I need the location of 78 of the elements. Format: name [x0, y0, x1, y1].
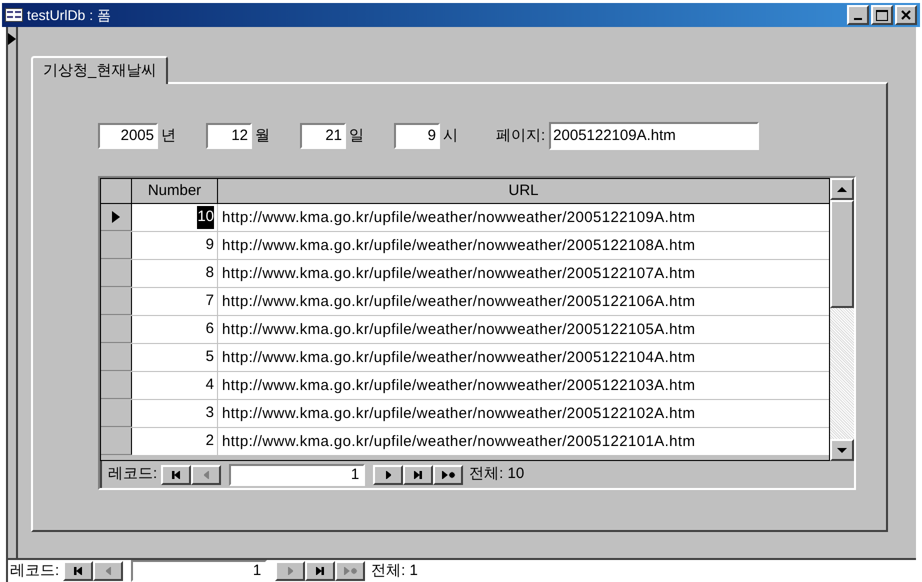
up-arrow-icon: [837, 186, 847, 192]
last-record-button[interactable]: [305, 561, 336, 581]
table-cell-text: http://www.kma.go.kr/upfile/weather/nowweather/2005122106A.htm: [221, 292, 696, 312]
first-arrow-icon: [74, 567, 82, 575]
last-record-button[interactable]: [403, 464, 434, 484]
text-field[interactable]: 2005122109A.htm: [549, 122, 760, 150]
table-cell-text: 6: [206, 319, 214, 340]
window-title: testUrlDb : 폼: [27, 6, 112, 24]
current-record-icon: [112, 211, 120, 223]
row-selector[interactable]: [101, 232, 132, 259]
field-label: 시: [443, 126, 458, 146]
maximize-button[interactable]: [871, 5, 893, 25]
row-selector[interactable]: [101, 428, 132, 455]
number-field[interactable]: 2005: [98, 123, 158, 149]
table-cell-text: 2: [206, 431, 214, 452]
last-arrow-icon: [414, 470, 422, 478]
table-cell-text: 4: [206, 375, 214, 396]
minimize-button[interactable]: [847, 5, 869, 25]
number-field[interactable]: 9: [394, 123, 440, 149]
next-record-button[interactable]: [373, 464, 404, 484]
record-count: 전체: 1: [371, 560, 418, 581]
new-arrow-icon: [442, 470, 455, 478]
scroll-up-button[interactable]: [830, 178, 854, 200]
row-selector[interactable]: [101, 260, 132, 287]
close-icon: [901, 10, 911, 20]
column-header[interactable]: URL: [218, 179, 829, 203]
table-cell-text: 8: [206, 263, 214, 284]
column-header[interactable]: Number: [132, 179, 218, 203]
table-cell-text: http://www.kma.go.kr/upfile/weather/nowweather/2005122105A.htm: [221, 320, 696, 340]
row-selector[interactable]: [101, 316, 132, 343]
next-arrow-icon: [288, 567, 293, 575]
field-label: 년: [161, 126, 176, 146]
field-label: 월: [255, 126, 270, 146]
prev-arrow-icon: [204, 470, 209, 478]
record-number-field[interactable]: 1: [229, 464, 366, 486]
table-cell-text: http://www.kma.go.kr/upfile/weather/nowweather/2005122102A.htm: [221, 404, 696, 424]
row-selector[interactable]: [101, 372, 132, 399]
record-number-field[interactable]: 1: [131, 560, 268, 582]
form-icon: [5, 8, 23, 22]
scroll-thumb[interactable]: [830, 200, 854, 308]
record-count: 전체: 10: [469, 464, 524, 484]
next-arrow-icon: [386, 470, 391, 478]
scroll-down-button[interactable]: [830, 439, 854, 461]
table-cell-text: 7: [206, 291, 214, 312]
table-cell-text: 3: [206, 403, 214, 424]
table-cell-text: http://www.kma.go.kr/upfile/weather/nowweather/2005122104A.htm: [221, 348, 696, 368]
table-cell-text: 5: [206, 347, 214, 368]
field-label: 일: [349, 126, 364, 146]
number-field[interactable]: 21: [300, 123, 346, 149]
new-arrow-icon: [344, 567, 357, 575]
prev-arrow-icon: [106, 567, 111, 575]
table-cell: 10: [197, 206, 214, 229]
vertical-scrollbar[interactable]: [830, 178, 854, 461]
row-selector[interactable]: [101, 288, 132, 315]
row-selector[interactable]: [101, 400, 132, 427]
record-label: 레코드:: [10, 560, 60, 581]
tab[interactable]: 기상청_현재날씨: [31, 56, 168, 84]
table-cell-text: 9: [206, 235, 214, 256]
close-button[interactable]: [895, 5, 917, 25]
table-cell-text: http://www.kma.go.kr/upfile/weather/nowweather/2005122103A.htm: [221, 376, 696, 396]
table-cell-text: http://www.kma.go.kr/upfile/weather/nowweather/2005122107A.htm: [221, 264, 696, 284]
first-arrow-icon: [172, 470, 180, 478]
number-field[interactable]: 12: [206, 123, 252, 149]
down-arrow-icon: [837, 448, 847, 452]
table-cell-text: http://www.kma.go.kr/upfile/weather/nowweather/2005122109A.htm: [221, 208, 696, 228]
row-selector[interactable]: [101, 344, 132, 371]
table-cell-text: http://www.kma.go.kr/upfile/weather/nowweather/2005122108A.htm: [221, 236, 696, 256]
row-selector[interactable]: [101, 204, 132, 231]
first-record-button[interactable]: [161, 464, 192, 484]
table-cell-text: http://www.kma.go.kr/upfile/weather/nowweather/2005122101A.htm: [221, 432, 696, 452]
maximize-icon: [876, 10, 888, 20]
field-label: 페이지:: [496, 126, 546, 146]
record-label: 레코드:: [108, 464, 158, 484]
first-record-button[interactable]: [63, 561, 94, 581]
minimize-icon: [854, 18, 862, 20]
new-record-button[interactable]: [433, 464, 464, 484]
last-arrow-icon: [316, 567, 324, 575]
current-record-icon: [8, 33, 16, 45]
